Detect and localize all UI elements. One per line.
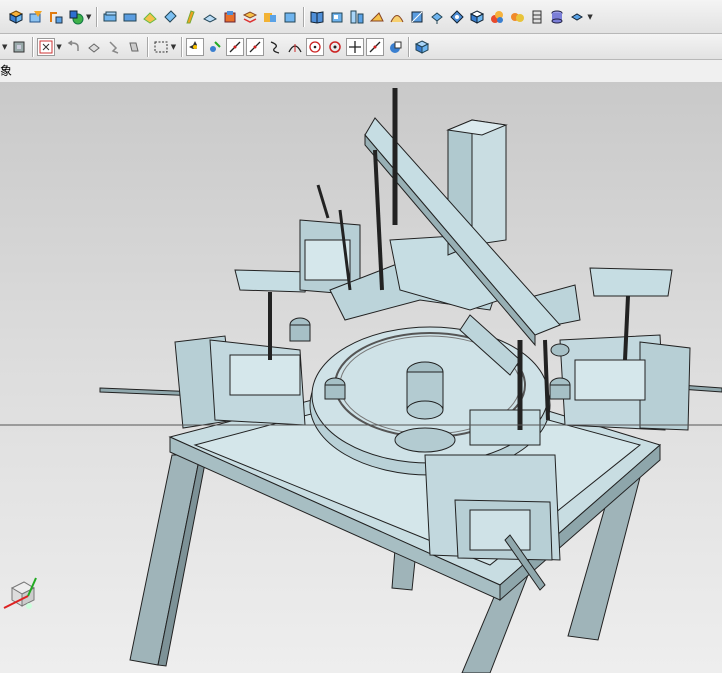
toolbar-separator bbox=[96, 6, 98, 27]
pattern-icon[interactable] bbox=[221, 8, 239, 26]
chevron-down-icon[interactable]: ▼ bbox=[171, 43, 176, 51]
feature-icon[interactable] bbox=[47, 8, 65, 26]
toolbar-separator bbox=[408, 36, 410, 57]
snap-icon[interactable] bbox=[37, 37, 56, 56]
chamfer-icon[interactable] bbox=[161, 8, 179, 26]
sweep-icon[interactable] bbox=[408, 8, 426, 26]
curve-icon[interactable] bbox=[388, 8, 406, 26]
filter-dropdown-icon[interactable]: ▼ bbox=[2, 43, 7, 51]
part-icon[interactable] bbox=[328, 8, 346, 26]
selection-bar: 象 bbox=[0, 60, 722, 83]
toolbar-separator bbox=[32, 36, 34, 57]
axis-triad-icon bbox=[3, 577, 37, 609]
constraint-icon[interactable] bbox=[206, 38, 224, 56]
chevron-down-icon[interactable]: ▼ bbox=[56, 43, 61, 51]
more-icon[interactable] bbox=[568, 8, 586, 26]
toolbar-separator bbox=[181, 36, 183, 57]
selection-label: 象 bbox=[0, 64, 13, 78]
select-part-icon[interactable] bbox=[10, 38, 28, 56]
arc-icon[interactable] bbox=[246, 37, 265, 56]
toolbar-separator bbox=[146, 36, 148, 57]
extrude-icon[interactable] bbox=[428, 8, 446, 26]
view-3d-icon[interactable] bbox=[413, 38, 431, 56]
box-icon[interactable] bbox=[101, 8, 119, 26]
box-select-icon[interactable] bbox=[152, 38, 170, 56]
main-toolbar: ▼ ▼ bbox=[0, 0, 722, 34]
quadrant-icon[interactable] bbox=[386, 38, 404, 56]
render-icon[interactable] bbox=[468, 8, 486, 26]
sketch-icon[interactable] bbox=[27, 8, 45, 26]
blend-icon[interactable] bbox=[141, 8, 159, 26]
circle-icon[interactable] bbox=[326, 38, 344, 56]
crosshair-icon[interactable] bbox=[346, 37, 365, 56]
view-cube-icon[interactable] bbox=[7, 8, 25, 26]
circle-center-icon[interactable] bbox=[306, 37, 325, 56]
undo-icon[interactable] bbox=[65, 38, 83, 56]
selection-toolbar: ▼ ▼ ▼ bbox=[0, 34, 722, 60]
pan-icon[interactable] bbox=[105, 38, 123, 56]
sketch2-icon[interactable] bbox=[368, 8, 386, 26]
toolbar-separator bbox=[303, 6, 305, 27]
line-icon[interactable] bbox=[226, 37, 245, 56]
offset-icon[interactable] bbox=[261, 8, 279, 26]
chevron-down-icon[interactable]: ▼ bbox=[587, 13, 592, 21]
material-icon[interactable] bbox=[508, 8, 526, 26]
tangent-arc-icon[interactable] bbox=[286, 38, 304, 56]
point-snap-icon[interactable] bbox=[186, 37, 205, 56]
machine-assembly-model bbox=[0, 88, 722, 673]
surface-icon[interactable] bbox=[67, 8, 85, 26]
chevron-down-icon[interactable]: ▼ bbox=[86, 13, 91, 21]
arc-center-icon[interactable] bbox=[266, 38, 284, 56]
shell-icon[interactable] bbox=[181, 8, 199, 26]
solid-icon[interactable] bbox=[281, 8, 299, 26]
color-icon[interactable] bbox=[488, 8, 506, 26]
assembly-icon[interactable] bbox=[348, 8, 366, 26]
rotate-icon[interactable] bbox=[85, 38, 103, 56]
draft-icon[interactable] bbox=[201, 8, 219, 26]
book-icon[interactable] bbox=[308, 8, 326, 26]
grab-icon[interactable] bbox=[125, 38, 143, 56]
plate-icon[interactable] bbox=[121, 8, 139, 26]
tangent-icon[interactable] bbox=[366, 37, 385, 56]
graphics-viewport[interactable] bbox=[0, 82, 722, 673]
mirror-icon[interactable] bbox=[241, 8, 259, 26]
cylinder-icon[interactable] bbox=[548, 8, 566, 26]
layer-icon[interactable] bbox=[528, 8, 546, 26]
orient-icon[interactable] bbox=[448, 8, 466, 26]
